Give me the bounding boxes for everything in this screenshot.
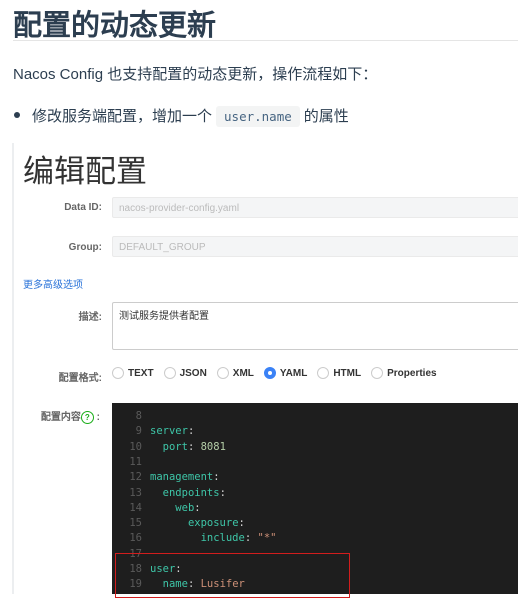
- code-line: 8: [112, 409, 518, 424]
- yaml-separator: :: [219, 486, 226, 499]
- radio-label: JSON: [179, 367, 207, 379]
- form-title: 编辑配置: [23, 154, 147, 189]
- yaml-key: web: [175, 501, 195, 514]
- help-icon[interactable]: ?: [80, 410, 94, 424]
- description-textarea[interactable]: 测试服务提供者配置: [112, 302, 518, 350]
- bullet-item: 修改服务端配置，增加一个 user.name 的属性: [32, 105, 349, 127]
- yaml-key: server: [150, 425, 188, 438]
- yaml-key: exposure: [187, 517, 239, 530]
- yaml-key: port: [162, 440, 188, 453]
- code-line: 9 server:: [112, 424, 518, 439]
- data-id-label: Data ID:: [64, 202, 102, 213]
- group-input[interactable]: DEFAULT_GROUP: [112, 236, 518, 257]
- yaml-value: 8081: [200, 440, 226, 453]
- radio-circle[interactable]: [216, 367, 229, 379]
- line-number: 10: [129, 440, 142, 453]
- line-number: 16: [129, 532, 142, 545]
- radio-circle[interactable]: [263, 367, 276, 379]
- format-label: 配置格式:: [58, 373, 102, 384]
- radio-label: YAML: [279, 367, 308, 379]
- format-radio-xml[interactable]: XML: [216, 367, 254, 379]
- radio-label: XML: [232, 367, 254, 379]
- code-line: 16 include: "*": [112, 531, 518, 546]
- content-label: 配置内容? :: [12, 408, 100, 424]
- format-radio-yaml[interactable]: YAML: [263, 367, 308, 379]
- code-line: 12 management:: [112, 470, 518, 485]
- group-label: Group:: [68, 242, 102, 253]
- format-radio-group: TEXT JSON XML YAML HTML Properties: [112, 367, 447, 379]
- bullet-text-end: 的属性: [303, 108, 349, 125]
- format-radio-properties[interactable]: Properties: [371, 367, 437, 379]
- section-heading: 配置的动态更新: [13, 10, 217, 42]
- format-radio-text[interactable]: TEXT: [112, 367, 154, 379]
- heading-divider: [13, 40, 518, 41]
- radio-circle[interactable]: [371, 367, 384, 379]
- radio-label: Properties: [387, 367, 437, 379]
- intro-paragraph: Nacos Config 也支持配置的动态更新，操作流程如下：: [13, 66, 378, 83]
- line-number: 15: [129, 517, 142, 530]
- yaml-key: endpoints: [162, 486, 220, 499]
- yaml-value: "*": [257, 532, 277, 545]
- yaml-separator: :: [187, 440, 201, 453]
- radio-circle[interactable]: [112, 367, 124, 379]
- format-radio-json[interactable]: JSON: [163, 367, 207, 379]
- data-id-input[interactable]: nacos-provider-config.yaml: [112, 197, 518, 218]
- bullet-dot: [14, 112, 20, 118]
- code-line: 11: [112, 455, 518, 470]
- code-line: 10 port: 8081: [112, 440, 518, 455]
- description-label: 描述:: [78, 312, 102, 323]
- line-number: 11: [129, 455, 142, 468]
- yaml-separator: :: [213, 471, 220, 484]
- code-line: 13 endpoints:: [112, 486, 518, 501]
- bullet-text: 修改服务端配置，增加一个: [32, 108, 213, 125]
- format-radio-html[interactable]: HTML: [317, 367, 361, 379]
- code-line: 15 exposure:: [112, 516, 518, 531]
- line-number: 12: [129, 471, 142, 484]
- yaml-key: include: [200, 532, 245, 545]
- advanced-options-link[interactable]: 更多高级选项: [23, 276, 83, 291]
- code-line: 14 web:: [112, 501, 518, 516]
- line-number: 8: [135, 410, 142, 422]
- line-number: 9: [135, 425, 142, 438]
- inline-code: user.name: [216, 106, 300, 127]
- yaml-separator: :: [194, 501, 201, 514]
- line-number: 13: [129, 486, 142, 499]
- yaml-key: management: [150, 471, 214, 484]
- yaml-separator: :: [238, 517, 245, 530]
- highlight-box: [115, 553, 350, 598]
- content-colon: :: [96, 412, 100, 423]
- content-label-text: 配置内容: [40, 412, 81, 423]
- radio-label: HTML: [333, 367, 362, 379]
- radio-circle[interactable]: [163, 367, 176, 379]
- radio-label: TEXT: [128, 367, 154, 379]
- line-number: 14: [129, 501, 142, 514]
- radio-circle[interactable]: [317, 367, 330, 379]
- yaml-separator: :: [187, 425, 195, 438]
- yaml-separator: :: [244, 532, 258, 545]
